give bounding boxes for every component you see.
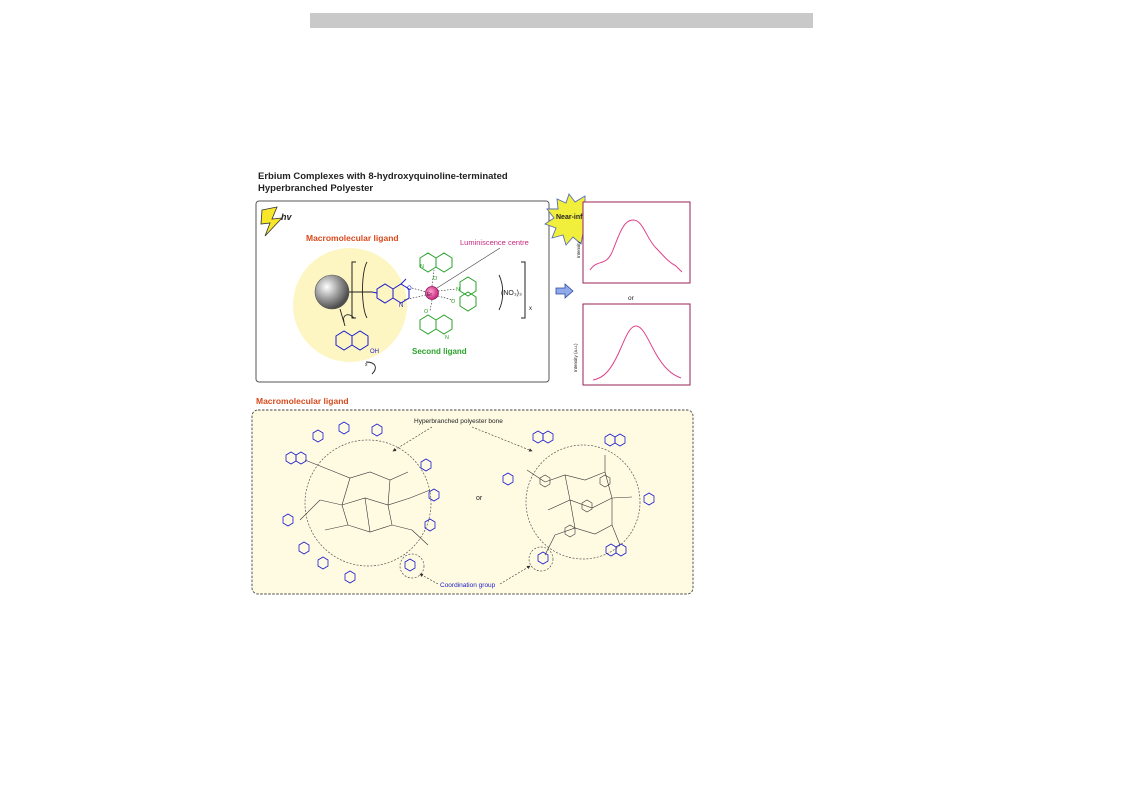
green-n-3: N [445, 335, 449, 341]
spectrum-plot-bottom [582, 303, 691, 386]
y-axis-label-bottom: Intensity (a.u.) [573, 343, 578, 372]
y-axis-label-top: Intensity [576, 240, 581, 258]
second-ligand-label: Second ligand [412, 347, 467, 356]
nitrate-label: (NO₃)₃ [501, 290, 522, 297]
erbium-label: Er [427, 292, 432, 298]
coordination-group-label: Coordination group [440, 582, 496, 589]
green-n-1: N [420, 264, 424, 270]
hydroxy-label-1: OH [370, 349, 379, 355]
luminiscence-centre-label: Luminiscence centre [460, 238, 529, 247]
bottom-panel-title: Macromolecular ligand [256, 396, 349, 406]
oxygen-label-1: O [407, 286, 412, 292]
green-o-3: O [424, 309, 429, 315]
green-n-2: N [456, 287, 460, 293]
nitrogen-label-1: N [399, 303, 403, 309]
macromolecule-halo [293, 248, 407, 362]
macromolecular-ligand-label: Macromolecular ligand [306, 233, 399, 243]
or-label-top: or [628, 295, 635, 302]
green-o-2: O [451, 299, 456, 305]
hv-label: hv [281, 212, 292, 222]
polymer-core-sphere [314, 274, 350, 310]
or-label-bottom: or [476, 495, 483, 502]
scheme-diagram: hv Macromolecular ligand x O N OH x Er N… [251, 193, 694, 595]
backbone-label: Hyperbranched polyester bone [414, 418, 503, 425]
repeat-subscript-x: x [529, 306, 532, 312]
spectrum-plot-top [582, 201, 691, 284]
emission-arrow-icon [555, 283, 574, 299]
green-o-1: O [433, 276, 438, 282]
